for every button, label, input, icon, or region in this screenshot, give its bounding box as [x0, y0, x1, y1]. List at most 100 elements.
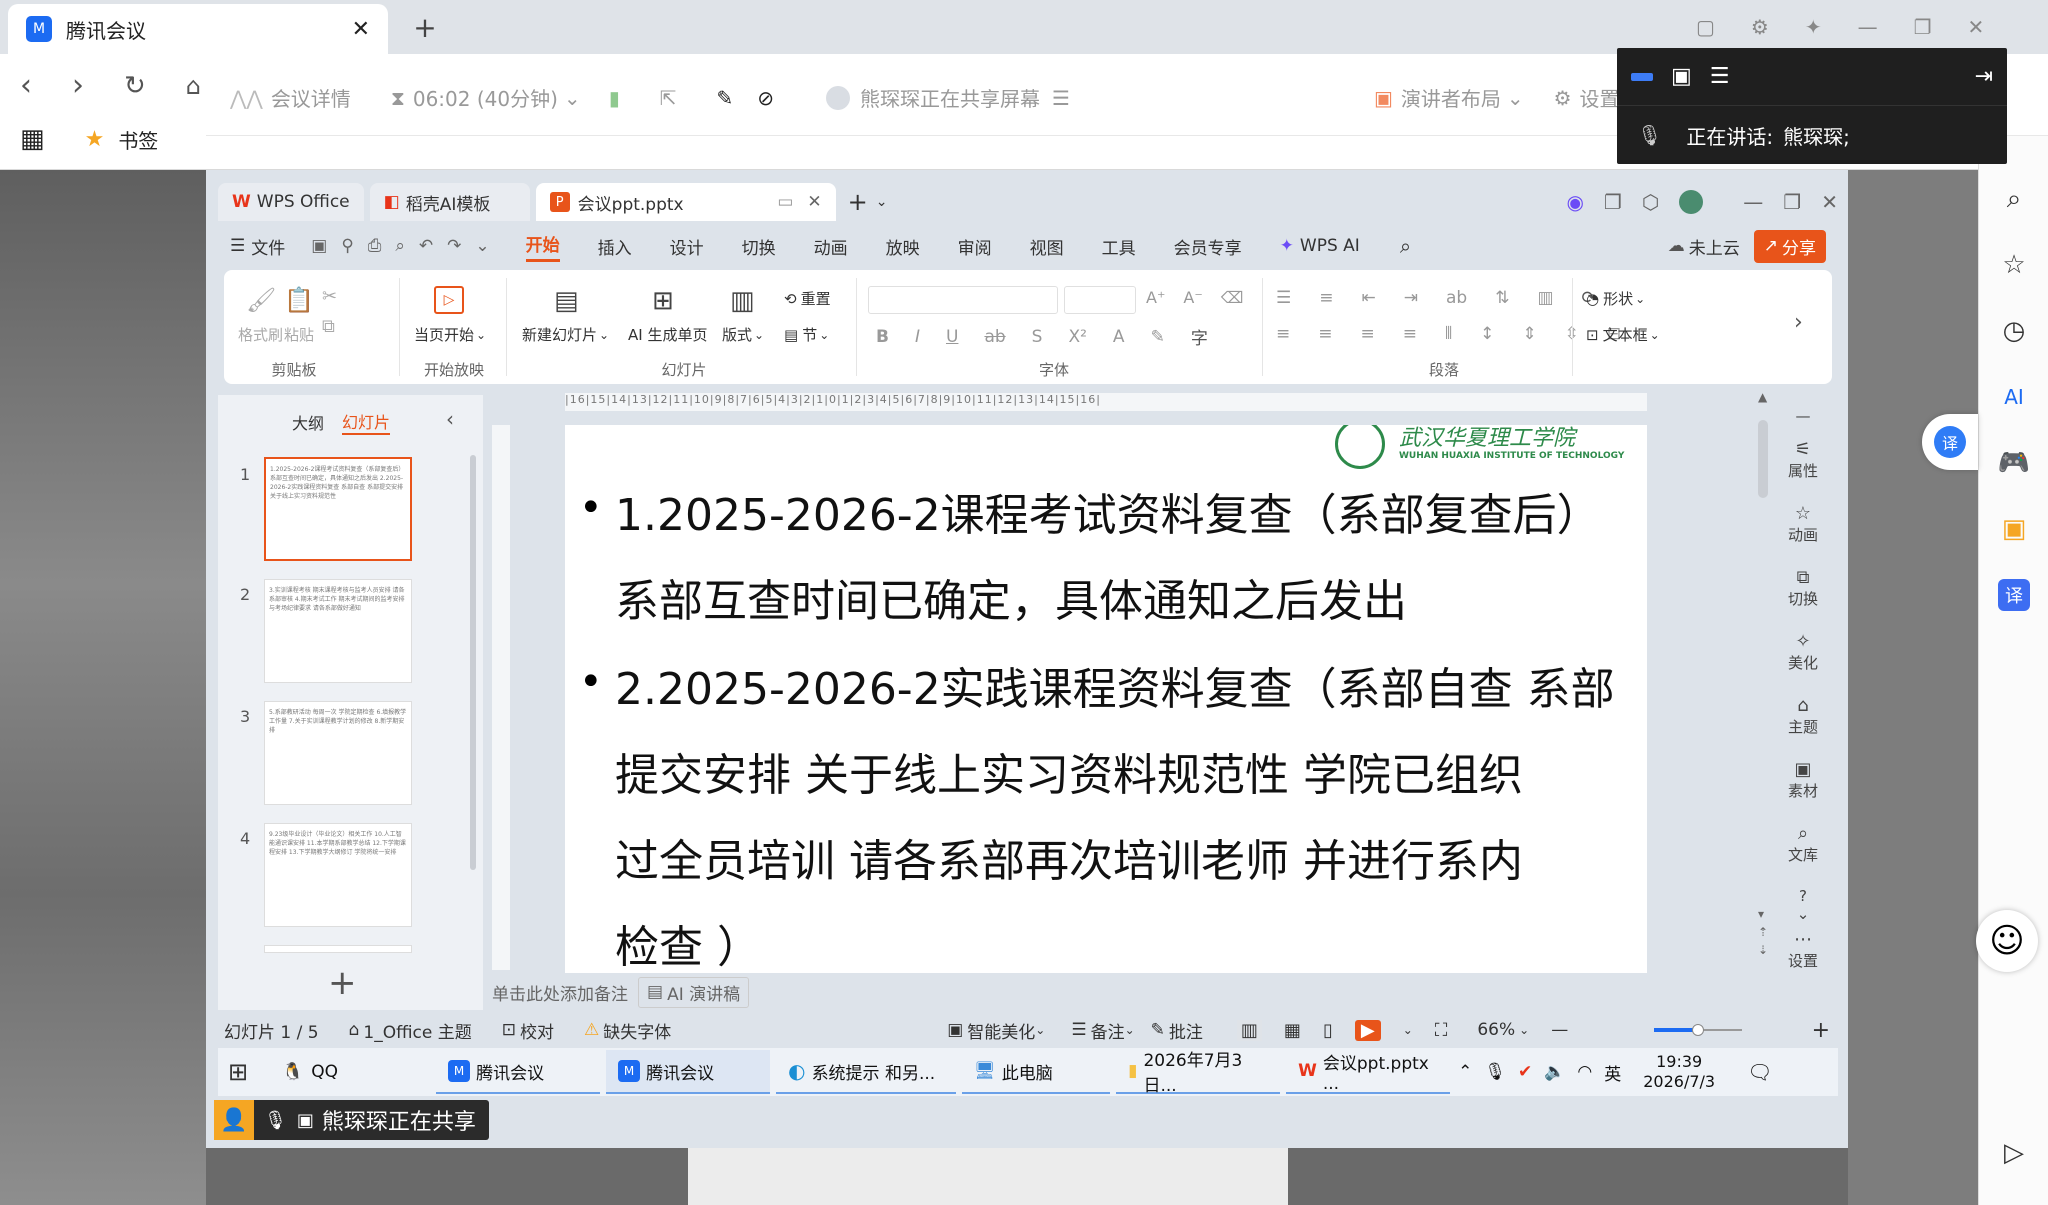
- sorter-view-icon[interactable]: ▦: [1284, 1020, 1301, 1041]
- phonetic-icon[interactable]: 字: [1191, 324, 1208, 349]
- notes-toggle[interactable]: ☰ 备注 ⌄: [1071, 1018, 1134, 1043]
- taskbar-folder[interactable]: ▮ 2026年7月3日...: [1116, 1050, 1281, 1096]
- minimize-bar-icon[interactable]: [1631, 72, 1653, 81]
- close-icon[interactable]: ✕: [807, 192, 821, 212]
- minimize-icon[interactable]: —: [1858, 15, 1878, 39]
- paste-label[interactable]: 粘贴: [284, 324, 314, 345]
- menu-view[interactable]: 视图: [1030, 234, 1064, 259]
- save-icon[interactable]: ▣: [311, 236, 327, 256]
- mic-icon[interactable]: 🎙: [264, 1110, 287, 1131]
- layout-button[interactable]: ▣ 演讲者布局 ⌄: [1374, 83, 1524, 112]
- close-window-icon[interactable]: ✕: [1968, 15, 1985, 39]
- tab-template[interactable]: ◧ 稻壳AI模板: [369, 183, 530, 221]
- increase-indent-icon[interactable]: ⇥: [1404, 288, 1418, 308]
- underline-icon[interactable]: U: [946, 327, 958, 347]
- new-tab-icon[interactable]: +: [408, 10, 442, 44]
- ime-indicator[interactable]: 英: [1604, 1060, 1621, 1085]
- theme-button[interactable]: ⌂ 主题: [1768, 695, 1838, 737]
- align-right-icon[interactable]: ≡: [1361, 324, 1375, 344]
- mute-draw-icon[interactable]: ✎: [716, 86, 733, 110]
- chevron-down-icon[interactable]: ⌄: [475, 236, 489, 256]
- highlight-icon[interactable]: ✎: [1151, 327, 1165, 347]
- history-clock-icon[interactable]: ◷: [1979, 298, 2048, 364]
- numbered-list-icon[interactable]: ≡: [1319, 288, 1333, 308]
- textbox-button[interactable]: ⊡ 文本框 ⌄: [1586, 324, 1660, 345]
- line-spacing-icon[interactable]: ↕: [1480, 324, 1494, 344]
- smart-beautify-button[interactable]: ▣ 智能美化 ⌄: [947, 1018, 1045, 1043]
- wps-tray-icon[interactable]: ✔: [1518, 1062, 1532, 1082]
- tab-wps-office[interactable]: W WPS Office: [218, 183, 364, 221]
- para-spacing-icon[interactable]: ⇕: [1522, 324, 1536, 344]
- help-icon[interactable]: ? ⌄: [1768, 887, 1838, 923]
- assistant-avatar[interactable]: ☺: [1976, 910, 2038, 972]
- screen-share-icon[interactable]: ▣: [297, 1110, 314, 1131]
- forward-icon[interactable]: ›: [72, 68, 84, 103]
- decrease-font-icon[interactable]: A⁻: [1183, 288, 1202, 307]
- search-icon[interactable]: ⌕: [1400, 234, 1411, 258]
- window-layout-icon[interactable]: ❐: [1604, 190, 1622, 214]
- cube-icon[interactable]: ⬡: [1642, 190, 1659, 214]
- scroll-up-icon[interactable]: ▲: [1758, 390, 1767, 404]
- missing-font-button[interactable]: ⚠ 缺失字体: [584, 1018, 671, 1043]
- reset-button[interactable]: ⟲ 重置: [784, 288, 831, 309]
- bookmarks-label[interactable]: 书签: [118, 125, 158, 154]
- collapse-icon[interactable]: ⇥: [1975, 64, 1993, 89]
- menu-wps-ai[interactable]: ✦ WPS AI: [1280, 236, 1360, 256]
- share-link-icon[interactable]: ⚲: [341, 236, 353, 256]
- zoom-out-icon[interactable]: —: [1551, 1020, 1568, 1040]
- slide-scrollbar[interactable]: [1758, 420, 1768, 498]
- chevron-down-icon[interactable]: ⌄: [876, 194, 888, 210]
- taskbar-wps[interactable]: W 会议ppt.pptx ...: [1286, 1050, 1451, 1094]
- taskbar-this-pc[interactable]: 🖥 此电脑: [962, 1050, 1111, 1094]
- transition-button[interactable]: ⧉ 切换: [1768, 567, 1838, 609]
- zoom-in-icon[interactable]: +: [1812, 1018, 1830, 1043]
- meeting-timer[interactable]: ⧗ 06:02 (40分钟) ⌄: [391, 83, 581, 112]
- increase-font-icon[interactable]: A⁺: [1146, 288, 1165, 307]
- normal-view-icon[interactable]: ▥: [1236, 1019, 1262, 1041]
- ai-page-icon[interactable]: ⊞: [652, 286, 674, 316]
- align-center-icon[interactable]: ≡: [1318, 324, 1332, 344]
- ai-icon[interactable]: AI: [1979, 364, 2048, 430]
- print-preview-icon[interactable]: ⌕: [395, 236, 405, 256]
- minimize-icon[interactable]: —: [1743, 190, 1763, 214]
- font-size-select[interactable]: [1064, 286, 1136, 314]
- zoom-slider[interactable]: [1654, 1024, 1742, 1036]
- close-window-icon[interactable]: ✕: [1821, 190, 1838, 214]
- redo-icon[interactable]: ↷: [447, 236, 461, 256]
- columns-icon[interactable]: ▥: [1537, 288, 1553, 308]
- collapse-panel-icon[interactable]: ‹: [446, 407, 454, 431]
- settings-button[interactable]: ⚙ 设置: [1554, 83, 1620, 112]
- library-button[interactable]: ⌕ 文库: [1768, 823, 1838, 865]
- new-slide-icon[interactable]: ▤: [554, 286, 579, 316]
- thumbnail-scrollbar[interactable]: [470, 455, 476, 870]
- format-painter-icon[interactable]: 🖌: [246, 286, 276, 314]
- distribute-icon[interactable]: ⫴: [1445, 324, 1452, 344]
- play-current-icon[interactable]: ▷: [434, 286, 464, 314]
- menu-slideshow[interactable]: 放映: [886, 234, 920, 259]
- clear-format-icon[interactable]: ⌫: [1221, 288, 1244, 307]
- slide-thumbnail[interactable]: [264, 945, 412, 953]
- taskbar-tencent-meeting[interactable]: M 腾讯会议: [436, 1050, 601, 1094]
- volume-icon[interactable]: 🔈: [1544, 1062, 1565, 1082]
- popout-icon[interactable]: ⇱: [660, 86, 677, 110]
- italic-icon[interactable]: I: [915, 327, 920, 347]
- hide-icon[interactable]: ⊘: [757, 86, 774, 110]
- windows-start-icon[interactable]: ⊞: [228, 1058, 248, 1086]
- font-family-select[interactable]: [868, 286, 1058, 314]
- browser-tab[interactable]: M 腾讯会议 ✕: [8, 4, 388, 54]
- menu-review[interactable]: 审阅: [958, 234, 992, 259]
- align-left-icon[interactable]: ≡: [1276, 324, 1290, 344]
- menu-animation[interactable]: 动画: [814, 234, 848, 259]
- tray-chevron-icon[interactable]: ⌃: [1458, 1062, 1472, 1082]
- layout-icon[interactable]: ▥: [730, 286, 755, 316]
- network-icon[interactable]: ◠: [1577, 1062, 1592, 1082]
- taskbar-system-prompt[interactable]: ◐ 系统提示 和另...: [776, 1050, 957, 1094]
- proofread-button[interactable]: ⊡ 校对: [502, 1018, 554, 1043]
- menu-tools[interactable]: 工具: [1102, 234, 1136, 259]
- theme-status[interactable]: ⌂ 1_Office 主题: [349, 1018, 472, 1043]
- search-icon[interactable]: ⌕: [1979, 166, 2048, 232]
- favorite-star-icon[interactable]: ☆: [1979, 232, 2048, 298]
- shadow-icon[interactable]: S: [1032, 327, 1043, 347]
- monitor-icon[interactable]: ▭: [777, 192, 793, 212]
- zoom-level[interactable]: 66%: [1477, 1020, 1515, 1040]
